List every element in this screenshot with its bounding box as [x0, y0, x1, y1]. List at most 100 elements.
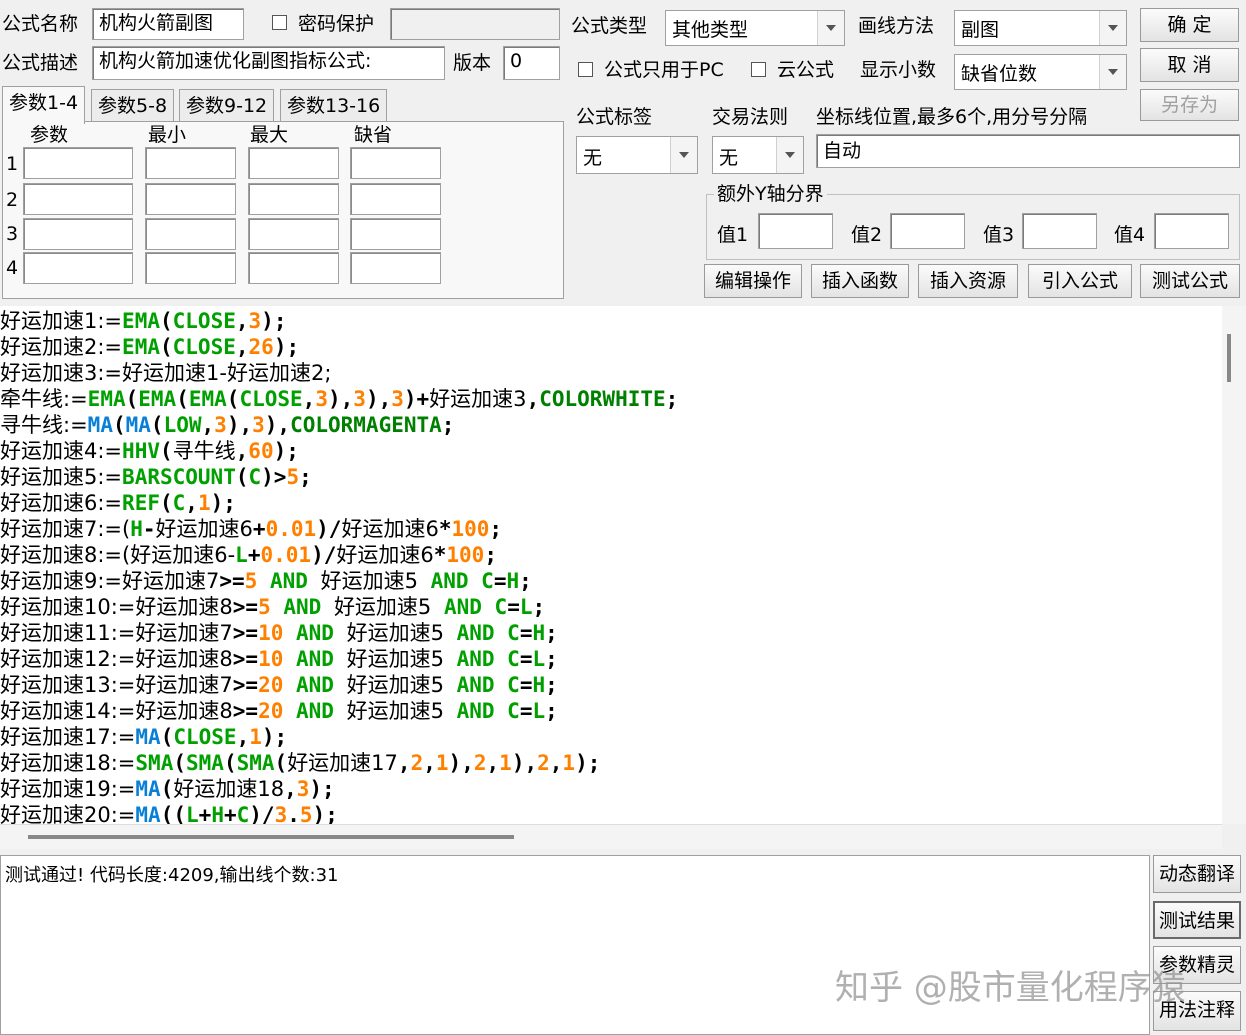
import-formula-button[interactable]: 引入公式 — [1028, 264, 1132, 298]
code-line: 好运加速19:=MA(好运加速18,3); — [0, 777, 335, 801]
draw-method-label: 画线方法 — [858, 15, 935, 37]
param-default-input[interactable] — [350, 183, 441, 215]
test-formula-button[interactable]: 测试公式 — [1140, 264, 1240, 298]
trade-rule-value: 无 — [719, 147, 739, 169]
code-line: 好运加速6:=REF(C,1); — [0, 491, 236, 515]
code-line: 好运加速11:=好运加速7>=10 AND 好运加速5 AND C=H; — [0, 621, 558, 645]
decimals-label: 显示小数 — [860, 59, 937, 81]
cancel-button[interactable]: 取 消 — [1140, 48, 1239, 82]
editor-horizontal-scrollbar[interactable] — [0, 824, 1222, 849]
decimals-select[interactable]: 缺省位数 — [954, 54, 1127, 90]
param-max-input[interactable] — [248, 183, 339, 215]
editor-vertical-scrollbar[interactable] — [1222, 306, 1246, 824]
horizontal-scroll-thumb[interactable] — [28, 835, 514, 839]
chevron-down-icon[interactable] — [1099, 55, 1126, 89]
code-line: 好运加速18:=SMA(SMA(SMA(好运加速17,2,1),2,1),2,1… — [0, 751, 601, 775]
val4-label: 值4 — [1114, 224, 1146, 246]
chevron-down-icon[interactable] — [776, 137, 803, 173]
cloud-label: 云公式 — [777, 59, 835, 81]
vertical-scroll-thumb[interactable] — [1227, 334, 1231, 382]
formula-desc-input[interactable]: 机构火箭加速优化副图指标公式: — [92, 46, 445, 80]
code-line: 好运加速8:=(好运加速6-L+0.01)/好运加速6*100; — [0, 543, 497, 567]
pc-only-checkbox[interactable] — [578, 62, 593, 77]
formula-type-value: 其他类型 — [672, 19, 749, 41]
formula-name-input[interactable]: 机构火箭副图 — [92, 8, 244, 40]
password-input — [390, 8, 560, 40]
val1-label: 值1 — [717, 224, 749, 246]
version-input[interactable]: 0 — [503, 46, 560, 80]
param-row-number: 1 — [6, 153, 19, 175]
param-max-input[interactable] — [248, 252, 339, 284]
formula-name-label: 公式名称 — [2, 13, 79, 35]
dynamic-translate-button[interactable]: 动态翻译 — [1153, 855, 1241, 893]
val4-input[interactable] — [1154, 213, 1229, 249]
formula-tag-value: 无 — [583, 147, 603, 169]
param-name-input[interactable] — [23, 147, 133, 179]
param-min-input[interactable] — [145, 252, 236, 284]
save-as-button[interactable]: 另存为 — [1140, 89, 1239, 121]
param-wizard-button[interactable]: 参数精灵 — [1153, 946, 1241, 984]
ok-button[interactable]: 确 定 — [1140, 8, 1239, 42]
param-min-input[interactable] — [145, 218, 236, 250]
cloud-checkbox[interactable] — [751, 62, 766, 77]
test-output-panel[interactable]: 测试通过! 代码长度:4209,输出线个数:31 — [0, 855, 1150, 1035]
param-max-input[interactable] — [248, 218, 339, 250]
insert-resource-button[interactable]: 插入资源 — [918, 264, 1018, 298]
formula-type-select[interactable]: 其他类型 — [665, 10, 845, 46]
param-header-max: 最大 — [250, 124, 289, 146]
val3-input[interactable] — [1022, 213, 1097, 249]
password-label: 密码保护 — [298, 13, 375, 35]
chevron-down-icon[interactable] — [670, 137, 697, 173]
formula-desc-label: 公式描述 — [2, 52, 79, 74]
decimals-value: 缺省位数 — [961, 63, 1038, 85]
code-line: 好运加速1:=EMA(CLOSE,3); — [0, 309, 287, 333]
param-name-input[interactable] — [23, 183, 133, 215]
password-checkbox[interactable] — [272, 15, 287, 30]
status-message: 测试通过! 代码长度:4209,输出线个数:31 — [5, 865, 339, 886]
code-line: 寻牛线:=MA(MA(LOW,3),3),COLORMAGENTA; — [0, 413, 455, 437]
val1-input[interactable] — [758, 213, 833, 249]
formula-type-label: 公式类型 — [571, 15, 648, 37]
code-line: 好运加速5:=BARSCOUNT(C)>5; — [0, 465, 312, 489]
param-default-input[interactable] — [350, 147, 441, 179]
code-editor[interactable]: 好运加速1:=EMA(CLOSE,3); 好运加速2:=EMA(CLOSE,26)… — [0, 306, 1222, 824]
usage-notes-button[interactable]: 用法注释 — [1153, 991, 1241, 1031]
val2-label: 值2 — [851, 224, 883, 246]
param-default-input[interactable] — [350, 218, 441, 250]
code-line: 好运加速13:=好运加速7>=20 AND 好运加速5 AND C=H; — [0, 673, 558, 697]
param-name-input[interactable] — [23, 252, 133, 284]
code-line: 好运加速10:=好运加速8>=5 AND 好运加速5 AND C=L; — [0, 595, 546, 619]
formula-tag-label: 公式标签 — [576, 106, 653, 128]
param-max-input[interactable] — [248, 147, 339, 179]
trade-rule-select[interactable]: 无 — [712, 136, 804, 174]
tab-params-13-16[interactable]: 参数13-16 — [280, 89, 388, 121]
tab-params-9-12[interactable]: 参数9-12 — [179, 89, 275, 121]
code-line: 好运加速12:=好运加速8>=10 AND 好运加速5 AND C=L; — [0, 647, 558, 671]
version-label: 版本 — [453, 52, 492, 74]
edit-operation-button[interactable]: 编辑操作 — [704, 264, 802, 298]
chevron-down-icon[interactable] — [1099, 11, 1126, 45]
param-min-input[interactable] — [145, 183, 236, 215]
draw-method-select[interactable]: 副图 — [954, 10, 1127, 46]
val2-input[interactable] — [890, 213, 965, 249]
code-line: 牵牛线:=EMA(EMA(EMA(CLOSE,3),3),3)+好运加速3,CO… — [0, 387, 679, 411]
param-header-min: 最小 — [148, 124, 187, 146]
param-row-number: 3 — [6, 223, 19, 245]
chevron-down-icon[interactable] — [817, 11, 844, 45]
formula-tag-select[interactable]: 无 — [576, 136, 698, 174]
param-default-input[interactable] — [350, 252, 441, 284]
extra-y-axis-title: 额外Y轴分界 — [714, 182, 827, 206]
axis-position-input[interactable]: 自动 — [816, 134, 1240, 168]
tab-params-5-8[interactable]: 参数5-8 — [91, 89, 175, 121]
param-name-input[interactable] — [23, 218, 133, 250]
trade-rule-label: 交易法则 — [712, 106, 789, 128]
code-line: 好运加速9:=好运加速7>=5 AND 好运加速5 AND C=H; — [0, 569, 532, 593]
param-row-number: 2 — [6, 189, 19, 211]
pc-only-label: 公式只用于PC — [604, 59, 724, 81]
test-result-button[interactable]: 测试结果 — [1153, 901, 1241, 939]
insert-function-button[interactable]: 插入函数 — [811, 264, 909, 298]
axis-position-label: 坐标线位置,最多6个,用分号分隔 — [816, 106, 1088, 128]
tab-params-1-4[interactable]: 参数1-4 — [2, 86, 86, 124]
param-header-name: 参数 — [30, 124, 69, 146]
param-min-input[interactable] — [145, 147, 236, 179]
